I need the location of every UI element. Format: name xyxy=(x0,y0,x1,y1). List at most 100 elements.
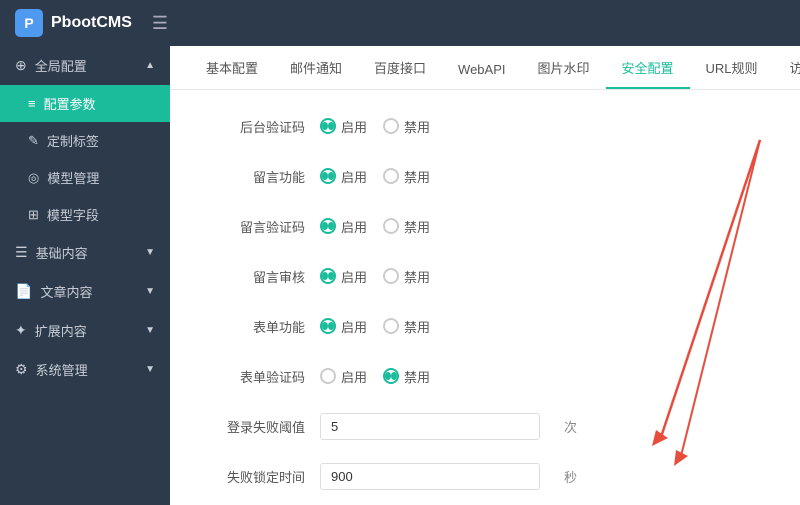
sidebar-item-label: 定制标签 xyxy=(47,131,99,150)
tab-basic-config[interactable]: 基本配置 xyxy=(190,48,274,89)
arrow-down-icon3: ▼ xyxy=(145,325,155,336)
arrow-down-icon4: ▼ xyxy=(145,364,155,375)
arrow-down-icon: ▼ xyxy=(145,247,155,258)
label-guestbook-verify: 留言验证码 xyxy=(200,217,320,236)
sidebar-group-label: 扩展内容 xyxy=(35,321,87,340)
radio-guestbook-func-disable[interactable]: 禁用 xyxy=(383,167,430,186)
radio-guestbook-audit-enable[interactable]: 启用 xyxy=(320,267,367,286)
tab-mail-notify[interactable]: 邮件通知 xyxy=(274,48,358,89)
label-form-verify: 表单验证码 xyxy=(200,367,320,386)
input-login-fail[interactable] xyxy=(320,413,540,440)
topbar: P PbootCMS ☰ xyxy=(0,0,800,46)
sidebar-group-system-manage[interactable]: ⚙ 系统管理 ▼ xyxy=(0,350,170,389)
app-name: PbootCMS xyxy=(51,14,132,32)
radio-circle-enable6[interactable] xyxy=(320,368,336,384)
radio-guestbook-verify-disable[interactable]: 禁用 xyxy=(383,217,430,236)
radio-circle-enable4[interactable] xyxy=(320,268,336,284)
radio-guestbook-audit-disable[interactable]: 禁用 xyxy=(383,267,430,286)
sidebar-group-global-config[interactable]: ⊕ 全局配置 ▲ xyxy=(0,46,170,85)
sidebar-group-extend-content[interactable]: ✦ 扩展内容 ▼ xyxy=(0,311,170,350)
radio-form-func-disable[interactable]: 禁用 xyxy=(383,317,430,336)
sidebar-item-label: 模型管理 xyxy=(47,168,99,187)
gear-icon: ⊕ xyxy=(15,57,27,74)
radio-backend-verify-disable[interactable]: 禁用 xyxy=(383,117,430,136)
list-icon: ≡ xyxy=(28,96,36,111)
control-login-fail: 次 xyxy=(320,413,577,440)
label-guestbook-func: 留言功能 xyxy=(200,167,320,186)
logo: P PbootCMS xyxy=(15,9,132,37)
tab-webapi[interactable]: WebAPI xyxy=(442,52,521,89)
tab-watermark[interactable]: 图片水印 xyxy=(522,48,606,89)
radio-circle-disable2[interactable] xyxy=(383,168,399,184)
radio-form-func-enable[interactable]: 启用 xyxy=(320,317,367,336)
suffix-login-fail: 次 xyxy=(564,417,577,436)
edit-icon: ✎ xyxy=(28,133,39,149)
sidebar: ⊕ 全局配置 ▲ ≡ 配置参数 ✎ 定制标签 ◎ 模型管理 ⊞ 模型字段 ☰ 基… xyxy=(0,46,170,505)
menu-toggle-icon[interactable]: ☰ xyxy=(152,13,168,34)
sidebar-group-label: 基础内容 xyxy=(36,243,88,262)
extend-icon: ✦ xyxy=(15,322,27,339)
control-lock-time: 秒 xyxy=(320,463,577,490)
sidebar-group-basic-content[interactable]: ☰ 基础内容 ▼ xyxy=(0,233,170,272)
radio-backend-verify: 启用 禁用 xyxy=(320,117,430,136)
radio-circle-enable5[interactable] xyxy=(320,318,336,334)
form-row-guestbook-verify: 留言验证码 启用 禁用 xyxy=(200,210,770,242)
radio-form-verify-disable[interactable]: 禁用 xyxy=(383,367,430,386)
sidebar-item-model-fields[interactable]: ⊞ 模型字段 xyxy=(0,196,170,233)
radio-circle-disable3[interactable] xyxy=(383,218,399,234)
form-row-login-fail: 登录失败阈值 次 xyxy=(200,410,770,442)
radio-form-func: 启用 禁用 xyxy=(320,317,430,336)
form-row-form-func: 表单功能 启用 禁用 xyxy=(200,310,770,342)
radio-guestbook-verify-enable[interactable]: 启用 xyxy=(320,217,367,236)
radio-form-verify-enable[interactable]: 启用 xyxy=(320,367,367,386)
label-guestbook-audit: 留言审核 xyxy=(200,267,320,286)
sidebar-item-config-params[interactable]: ≡ 配置参数 xyxy=(0,85,170,122)
form-row-guestbook-audit: 留言审核 启用 禁用 xyxy=(200,260,770,292)
label-backend-verify: 后台验证码 xyxy=(200,117,320,136)
suffix-lock-time: 秒 xyxy=(564,467,577,486)
radio-circle-enable3[interactable] xyxy=(320,218,336,234)
sidebar-item-model-manage[interactable]: ◎ 模型管理 xyxy=(0,159,170,196)
radio-circle-disable6[interactable] xyxy=(383,368,399,384)
sidebar-group-article-content[interactable]: 📄 文章内容 ▼ xyxy=(0,272,170,311)
sidebar-group-label: 全局配置 xyxy=(35,56,87,75)
arrow-down-icon2: ▼ xyxy=(145,286,155,297)
sidebar-item-label: 模型字段 xyxy=(47,205,99,224)
input-lock-time[interactable] xyxy=(320,463,540,490)
radio-guestbook-func: 启用 禁用 xyxy=(320,167,430,186)
radio-circle-enable[interactable] xyxy=(320,118,336,134)
radio-circle-disable5[interactable] xyxy=(383,318,399,334)
sidebar-group-label: 系统管理 xyxy=(36,360,88,379)
arrow-up-icon: ▲ xyxy=(145,60,155,71)
tabs-bar: 基本配置 邮件通知 百度接口 WebAPI 图片水印 安全配置 URL规则 访客… xyxy=(170,46,800,90)
tab-baidu-api[interactable]: 百度接口 xyxy=(358,48,442,89)
radio-guestbook-func-enable[interactable]: 启用 xyxy=(320,167,367,186)
main-layout: ⊕ 全局配置 ▲ ≡ 配置参数 ✎ 定制标签 ◎ 模型管理 ⊞ 模型字段 ☰ 基… xyxy=(0,46,800,505)
tab-url-rules[interactable]: URL规则 xyxy=(690,48,774,89)
form-row-form-verify: 表单验证码 启用 禁用 xyxy=(200,360,770,392)
sidebar-item-custom-tags[interactable]: ✎ 定制标签 xyxy=(0,122,170,159)
label-form-func: 表单功能 xyxy=(200,317,320,336)
radio-circle-disable4[interactable] xyxy=(383,268,399,284)
radio-guestbook-audit: 启用 禁用 xyxy=(320,267,430,286)
sidebar-group-label: 文章内容 xyxy=(40,282,92,301)
basic-content-icon: ☰ xyxy=(15,244,28,261)
radio-circle-disable[interactable] xyxy=(383,118,399,134)
form-row-guestbook-func: 留言功能 启用 禁用 xyxy=(200,160,770,192)
radio-form-verify: 启用 禁用 xyxy=(320,367,430,386)
fields-icon: ⊞ xyxy=(28,207,39,223)
radio-backend-verify-enable[interactable]: 启用 xyxy=(320,117,367,136)
model-icon: ◎ xyxy=(28,170,39,186)
tab-security-config[interactable]: 安全配置 xyxy=(606,48,690,89)
system-icon: ⚙ xyxy=(15,361,28,378)
tab-visitor-info[interactable]: 访客信息 xyxy=(774,48,800,89)
label-lock-time: 失败锁定时间 xyxy=(200,467,320,486)
sidebar-item-label: 配置参数 xyxy=(44,94,96,113)
content-area: 基本配置 邮件通知 百度接口 WebAPI 图片水印 安全配置 URL规则 访客… xyxy=(170,46,800,505)
logo-icon: P xyxy=(15,9,43,37)
form-row-backend-verify: 后台验证码 启用 禁用 xyxy=(200,110,770,142)
label-login-fail: 登录失败阈值 xyxy=(200,417,320,436)
form-content: 后台验证码 启用 禁用 留言功能 xyxy=(170,90,800,505)
article-icon: 📄 xyxy=(15,283,32,300)
radio-circle-enable2[interactable] xyxy=(320,168,336,184)
